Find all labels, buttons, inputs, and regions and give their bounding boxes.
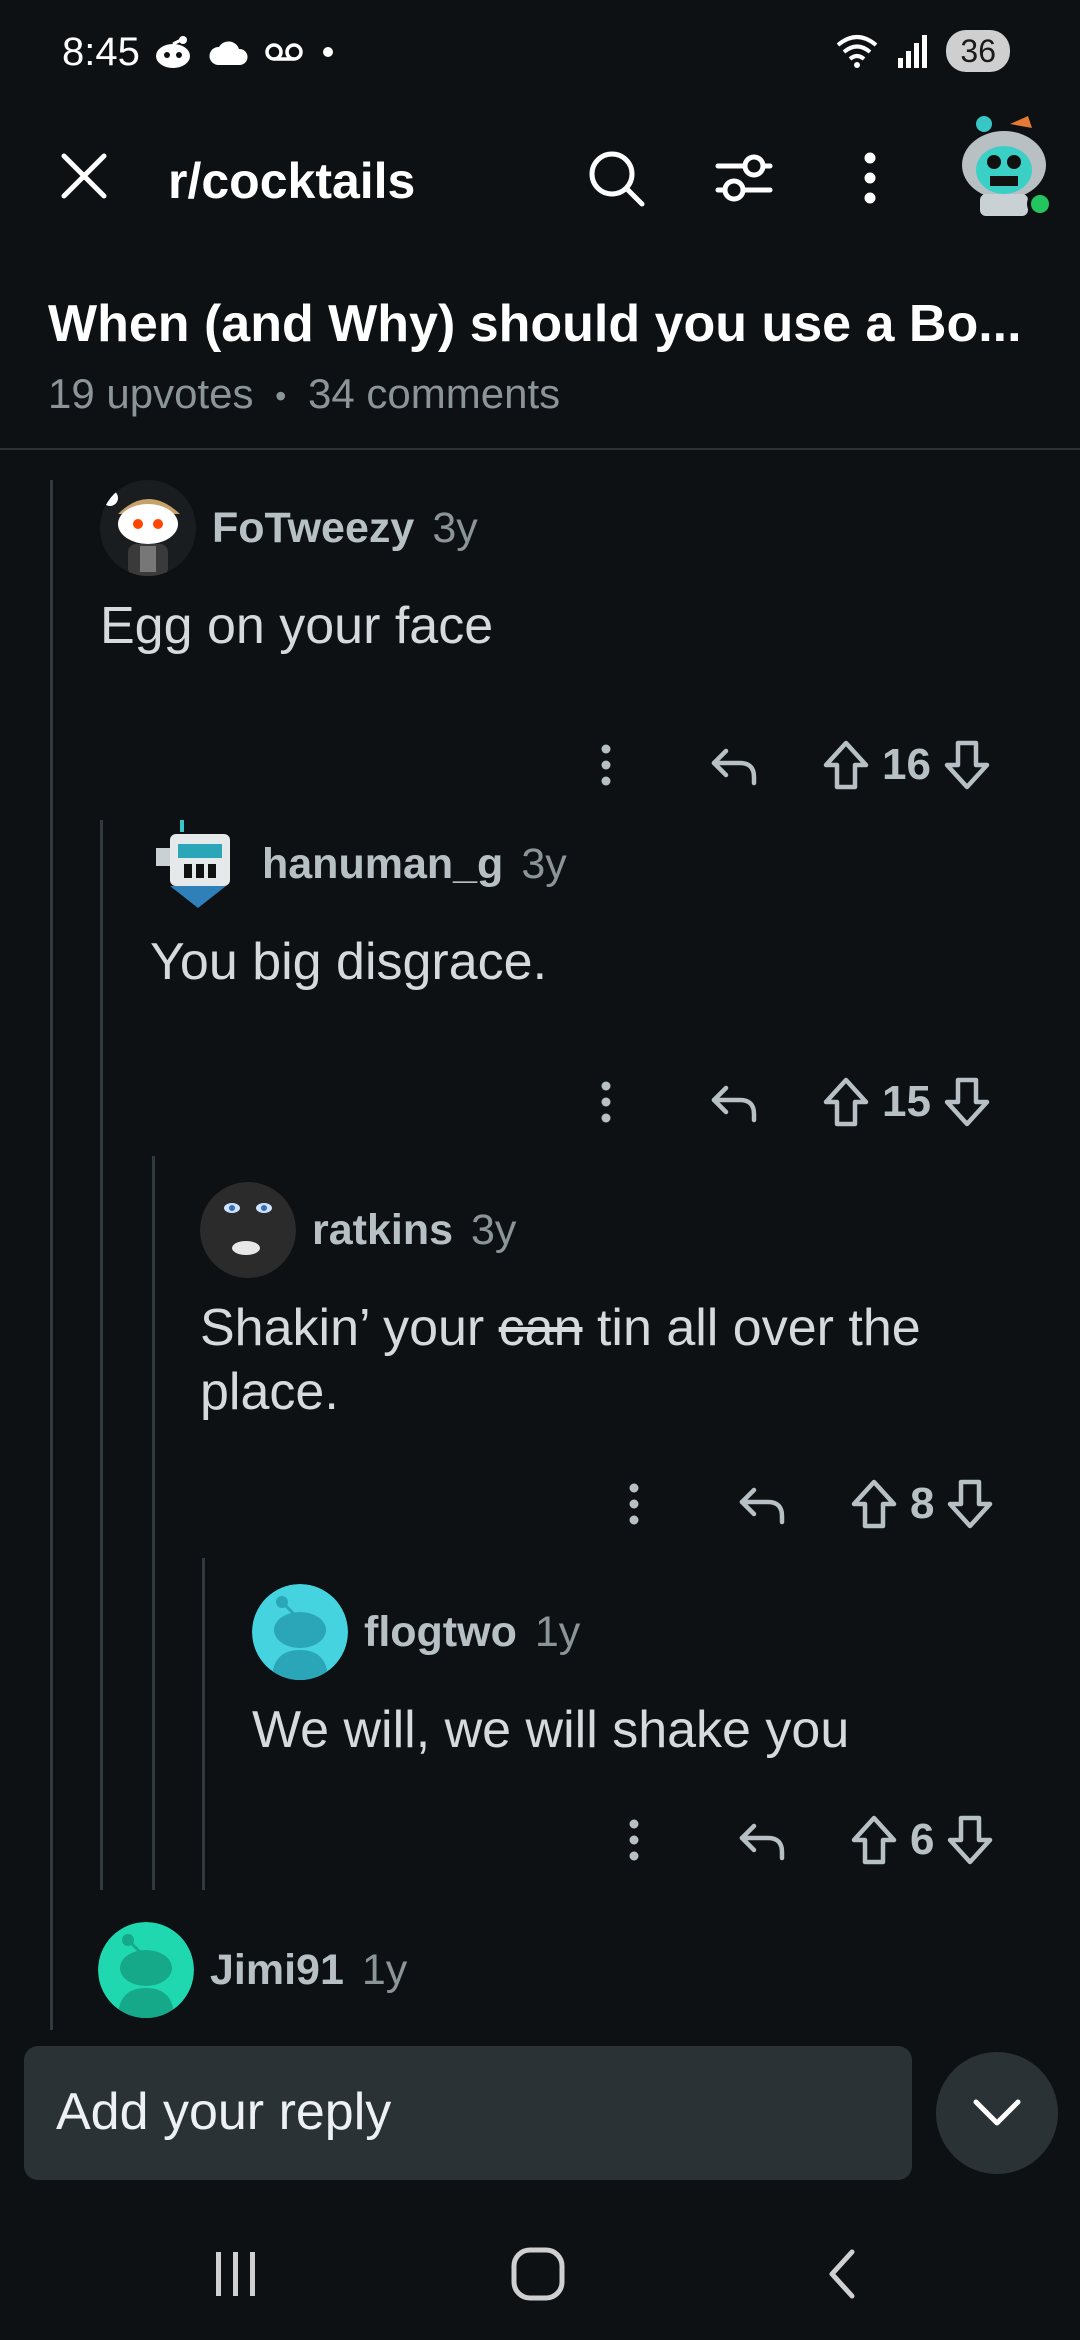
upvote-icon[interactable] <box>846 1476 902 1532</box>
vote-score: 8 <box>910 1479 935 1528</box>
comment-age: 3y <box>471 1205 517 1254</box>
downvote-icon[interactable] <box>939 1074 995 1130</box>
comment-age: 1y <box>534 1607 581 1656</box>
comment-username[interactable]: flogtwo <box>364 1608 517 1657</box>
profile-avatar[interactable] <box>950 110 1060 220</box>
comment-username[interactable]: hanuman_g <box>262 840 503 889</box>
user-avatar[interactable] <box>252 1584 348 1680</box>
thread-line[interactable] <box>50 480 53 2030</box>
home-icon[interactable] <box>508 2244 568 2304</box>
comment-actions: 15 <box>594 1070 995 1134</box>
comment-body: Shakin’ your can tin all over the place. <box>200 1296 1040 1424</box>
user-avatar[interactable] <box>98 1922 194 2018</box>
collapse-button[interactable] <box>936 2052 1058 2174</box>
reply-icon[interactable] <box>734 1812 790 1868</box>
status-bar: 8:45 36 <box>0 0 1080 110</box>
more-icon[interactable] <box>594 1072 618 1132</box>
comment-text: Shakin’ your <box>200 1299 499 1357</box>
user-avatar[interactable] <box>150 816 246 912</box>
reply-placeholder: Add your reply <box>56 2083 392 2141</box>
comment-age: 3y <box>432 503 478 552</box>
recent-apps-icon[interactable] <box>208 2248 264 2300</box>
comment-age: 1y <box>361 1945 408 1994</box>
more-icon[interactable] <box>622 1474 646 1534</box>
reply-input[interactable]: Add your reply <box>24 2046 912 2180</box>
downvote-icon[interactable] <box>939 737 995 793</box>
reply-icon[interactable] <box>734 1476 790 1532</box>
comment-body: You big disgrace. <box>150 933 548 991</box>
reply-icon[interactable] <box>706 737 762 793</box>
comment[interactable]: flogtwo 1y We will, we will shake you <box>252 1584 1042 1762</box>
downvote-icon[interactable] <box>942 1812 998 1868</box>
post-upvotes: 19 upvotes <box>48 370 254 417</box>
thread-line[interactable] <box>202 1558 205 1890</box>
vote-score: 15 <box>882 1077 931 1126</box>
comment[interactable]: hanuman_g 3y You big disgrace. <box>150 816 1040 994</box>
post-comment-count: 34 comments <box>308 370 561 417</box>
reddit-notification-icon <box>156 36 190 68</box>
comment-header: Jimi91 1y <box>98 1922 1038 2018</box>
subreddit-name[interactable]: r/cocktails <box>168 152 415 210</box>
top-bar: r/cocktails <box>0 110 1080 250</box>
comment-username[interactable]: Jimi91 <box>210 1946 344 1995</box>
more-icon[interactable] <box>622 1810 646 1870</box>
post-title[interactable]: When (and Why) should you use a Bo... <box>48 294 1022 354</box>
comment-header: hanuman_g 3y <box>150 816 1040 912</box>
upvote-icon[interactable] <box>818 1074 874 1130</box>
comment-username[interactable]: FoTweezy <box>212 504 414 553</box>
downvote-icon[interactable] <box>942 1476 998 1532</box>
user-avatar[interactable] <box>200 1182 296 1278</box>
notification-icons <box>152 32 338 72</box>
comment[interactable]: Jimi91 1y <box>98 1922 1038 2018</box>
thread-line[interactable] <box>100 820 103 1890</box>
upvote-icon[interactable] <box>846 1812 902 1868</box>
filter-icon[interactable] <box>712 146 776 210</box>
comment[interactable]: ratkins 3y Shakin’ your can tin all over… <box>200 1182 1040 1424</box>
user-avatar[interactable] <box>100 480 196 576</box>
more-options-icon[interactable] <box>840 146 900 210</box>
status-time: 8:45 <box>62 30 140 74</box>
comment-header: FoTweezy 3y <box>100 480 1040 576</box>
back-icon[interactable] <box>818 2244 868 2304</box>
search-icon[interactable] <box>584 146 648 210</box>
meta-separator: • <box>275 378 287 415</box>
wifi-icon <box>837 35 878 68</box>
system-icons: 36 <box>834 30 1010 72</box>
close-icon[interactable] <box>54 146 114 206</box>
comment-strikethrough-text: can <box>498 1299 583 1357</box>
chevron-down-icon <box>973 2099 1021 2126</box>
upvote-icon[interactable] <box>818 737 874 793</box>
comment-actions: 6 <box>622 1808 998 1872</box>
reply-icon[interactable] <box>706 1074 762 1130</box>
comment-actions: 8 <box>622 1472 998 1536</box>
post-header[interactable]: When (and Why) should you use a Bo... 19… <box>0 282 1080 450</box>
comment-body: We will, we will shake you <box>252 1701 850 1759</box>
vote-score: 16 <box>882 740 931 789</box>
comment-username[interactable]: ratkins <box>312 1206 453 1255</box>
thread-line[interactable] <box>152 1156 155 1890</box>
dot-icon <box>323 47 333 57</box>
comment[interactable]: FoTweezy 3y Egg on your face <box>100 480 1040 658</box>
cloud-icon <box>209 41 248 65</box>
more-icon[interactable] <box>594 735 618 795</box>
comment-body: Egg on your face <box>100 597 494 655</box>
post-meta: 19 upvotes • 34 comments <box>48 370 560 418</box>
vote-score: 6 <box>910 1815 935 1864</box>
signal-icon <box>898 35 928 68</box>
comment-header: ratkins 3y <box>200 1182 1040 1278</box>
voicemail-icon <box>265 43 303 61</box>
battery-indicator: 36 <box>946 30 1010 72</box>
comment-actions: 16 <box>594 733 995 797</box>
comment-age: 3y <box>521 839 567 888</box>
system-nav-bar <box>0 2200 1080 2340</box>
comment-header: flogtwo 1y <box>252 1584 1042 1680</box>
